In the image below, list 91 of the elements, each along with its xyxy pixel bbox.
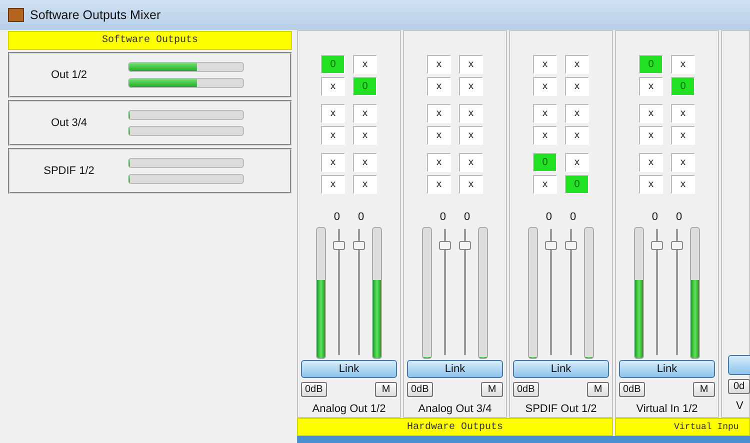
- routing-cell[interactable]: 0: [639, 55, 663, 74]
- routing-cell[interactable]: x: [565, 77, 589, 96]
- routing-cell[interactable]: 0: [353, 77, 377, 96]
- gain-readout: 0: [652, 211, 658, 223]
- gain-readout: 0: [334, 211, 340, 223]
- fader-thumb[interactable]: [651, 240, 663, 250]
- routing-cell[interactable]: x: [565, 55, 589, 74]
- strip-name: Analog Out 3/4: [418, 403, 492, 415]
- routing-cell[interactable]: 0: [321, 55, 345, 74]
- routing-cell[interactable]: x: [427, 104, 451, 123]
- fader-thumb[interactable]: [671, 240, 683, 250]
- routing-cell[interactable]: x: [427, 55, 451, 74]
- routing-cell[interactable]: 0: [565, 175, 589, 194]
- link-button[interactable]: [728, 355, 750, 375]
- fader-thumb[interactable]: [333, 240, 345, 250]
- routing-cell[interactable]: x: [533, 77, 557, 96]
- strip-name: Analog Out 1/2: [312, 403, 386, 415]
- routing-cell[interactable]: x: [459, 153, 483, 172]
- routing-cell[interactable]: x: [353, 153, 377, 172]
- gain-readout: 0: [570, 211, 576, 223]
- routing-cell[interactable]: x: [671, 126, 695, 145]
- link-button[interactable]: Link: [301, 360, 397, 378]
- routing-cell[interactable]: x: [353, 55, 377, 74]
- channel-name: SPDIF 1/2: [42, 165, 96, 177]
- gain-readout: 0: [358, 211, 364, 223]
- routing-cell[interactable]: x: [321, 153, 345, 172]
- routing-cell[interactable]: x: [427, 153, 451, 172]
- zero-db-button[interactable]: 0dB: [513, 382, 539, 397]
- routing-cell[interactable]: x: [427, 126, 451, 145]
- zero-db-button[interactable]: 0dB: [301, 382, 327, 397]
- routing-cell[interactable]: x: [565, 153, 589, 172]
- app-icon: [8, 8, 24, 22]
- routing-cell[interactable]: x: [459, 175, 483, 194]
- routing-cell[interactable]: x: [321, 77, 345, 96]
- routing-cell[interactable]: x: [533, 104, 557, 123]
- zero-db-button[interactable]: 0d: [728, 379, 750, 394]
- gain-readout: 0: [546, 211, 552, 223]
- zero-db-button[interactable]: 0dB: [407, 382, 433, 397]
- section-header: Hardware Outputs: [297, 418, 613, 436]
- routing-cell[interactable]: x: [459, 55, 483, 74]
- routing-cell[interactable]: 0: [671, 77, 695, 96]
- section-header: Virtual Inpu: [615, 418, 750, 436]
- link-button[interactable]: Link: [619, 360, 715, 378]
- gain-readout: 0: [676, 211, 682, 223]
- gain-readout: 0: [464, 211, 470, 223]
- gain-readout: 0: [440, 211, 446, 223]
- routing-cell[interactable]: x: [671, 55, 695, 74]
- routing-cell[interactable]: x: [321, 104, 345, 123]
- routing-cell[interactable]: x: [353, 175, 377, 194]
- routing-cell[interactable]: x: [427, 77, 451, 96]
- routing-cell[interactable]: x: [639, 104, 663, 123]
- mute-button[interactable]: M: [587, 382, 609, 397]
- routing-cell[interactable]: x: [533, 175, 557, 194]
- zero-db-button[interactable]: 0dB: [619, 382, 645, 397]
- routing-cell[interactable]: x: [565, 104, 589, 123]
- routing-cell[interactable]: x: [639, 175, 663, 194]
- link-button[interactable]: Link: [407, 360, 503, 378]
- routing-cell[interactable]: x: [353, 126, 377, 145]
- routing-cell[interactable]: x: [459, 77, 483, 96]
- routing-cell[interactable]: x: [533, 126, 557, 145]
- routing-cell[interactable]: x: [427, 175, 451, 194]
- mute-button[interactable]: M: [481, 382, 503, 397]
- fader-thumb[interactable]: [545, 240, 557, 250]
- routing-cell[interactable]: x: [533, 55, 557, 74]
- routing-cell[interactable]: x: [671, 153, 695, 172]
- routing-cell[interactable]: x: [459, 104, 483, 123]
- routing-cell[interactable]: x: [353, 104, 377, 123]
- routing-cell[interactable]: x: [639, 77, 663, 96]
- routing-cell[interactable]: x: [321, 126, 345, 145]
- routing-cell[interactable]: x: [671, 104, 695, 123]
- channel-name: Out 3/4: [50, 117, 88, 129]
- strip-name: V: [736, 400, 744, 412]
- routing-cell[interactable]: x: [459, 126, 483, 145]
- fader-thumb[interactable]: [353, 240, 365, 250]
- routing-cell[interactable]: x: [639, 126, 663, 145]
- routing-cell[interactable]: 0: [533, 153, 557, 172]
- routing-cell[interactable]: x: [671, 175, 695, 194]
- mute-button[interactable]: M: [375, 382, 397, 397]
- channel-name: Out 1/2: [50, 69, 88, 81]
- fader-thumb[interactable]: [439, 240, 451, 250]
- fader-thumb[interactable]: [565, 240, 577, 250]
- routing-cell[interactable]: x: [565, 126, 589, 145]
- mute-button[interactable]: M: [693, 382, 715, 397]
- strip-name: Virtual In 1/2: [636, 403, 698, 415]
- section-header: Software Outputs: [8, 31, 292, 50]
- routing-cell[interactable]: x: [321, 175, 345, 194]
- link-button[interactable]: Link: [513, 360, 609, 378]
- routing-cell[interactable]: x: [639, 153, 663, 172]
- window-title: Software Outputs Mixer: [30, 8, 161, 22]
- fader-thumb[interactable]: [459, 240, 471, 250]
- strip-name: SPDIF Out 1/2: [525, 403, 597, 415]
